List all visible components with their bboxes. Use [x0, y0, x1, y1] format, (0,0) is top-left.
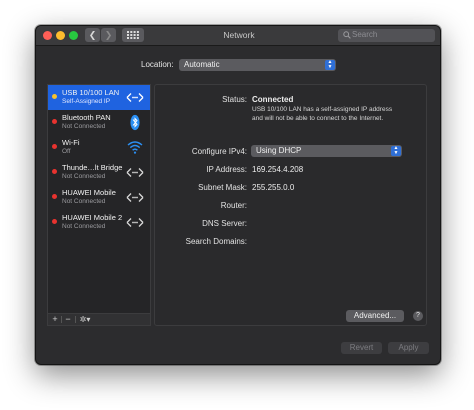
close-window-button[interactable]	[43, 31, 52, 40]
location-value: Automatic	[184, 60, 220, 69]
select-arrows-icon: ▲ ▼	[391, 146, 401, 156]
ethernet-arrows-icon	[126, 168, 144, 177]
service-name: Thunde…lt Bridge	[62, 163, 123, 172]
router-label: Router:	[220, 201, 247, 210]
network-window: ❮ ❯ Network Search Location: Automatic ▲…	[35, 25, 441, 365]
gear-actions-button[interactable]: ✲▾	[77, 314, 93, 325]
dns-server-label: DNS Server:	[202, 219, 247, 228]
status-dot	[52, 194, 57, 199]
service-detail-panel: Status: Connected USB 10/100 LAN has a s…	[154, 84, 427, 326]
revert-button[interactable]: Revert	[341, 342, 382, 354]
status-dot	[52, 119, 57, 124]
grid-icon	[127, 31, 139, 39]
configure-ipv4-value: Using DHCP	[256, 146, 302, 155]
ip-address-label: IP Address:	[206, 165, 247, 174]
service-status: Not Connected	[62, 223, 106, 230]
service-item-usb-lan[interactable]: USB 10/100 LAN Self-Assigned IP	[48, 85, 150, 110]
status-dot	[52, 94, 57, 99]
add-service-button[interactable]: +	[50, 314, 60, 325]
service-item-huawei-mobile[interactable]: HUAWEI Mobile Not Connected	[48, 185, 150, 210]
ip-address-value: 169.254.4.208	[252, 165, 304, 174]
ethernet-arrows-icon	[126, 218, 144, 227]
chevron-right-icon: ❯	[104, 30, 113, 40]
wifi-icon	[127, 141, 143, 154]
status-value: Connected	[252, 95, 294, 104]
service-name: HUAWEI Mobile	[62, 188, 116, 197]
service-status: Self-Assigned IP	[62, 98, 111, 105]
advanced-button[interactable]: Advanced...	[346, 310, 404, 322]
service-status: Not Connected	[62, 173, 106, 180]
bluetooth-icon	[130, 114, 140, 131]
title-bar: ❮ ❯ Network Search	[36, 26, 440, 46]
service-list-toolbar: + − ✲▾	[47, 314, 151, 326]
configure-ipv4-select[interactable]: Using DHCP ▲ ▼	[251, 145, 402, 157]
status-note: USB 10/100 LAN has a self-assigned IP ad…	[252, 106, 393, 122]
divider	[75, 316, 76, 323]
status-label: Status:	[222, 95, 247, 104]
service-item-wifi[interactable]: Wi-Fi Off	[48, 135, 150, 160]
window-title: Network	[223, 30, 255, 40]
location-select[interactable]: Automatic ▲ ▼	[179, 59, 336, 71]
location-label: Location:	[141, 60, 174, 69]
service-item-bluetooth-pan[interactable]: Bluetooth PAN Not Connected	[48, 110, 150, 135]
service-name: USB 10/100 LAN	[62, 88, 120, 97]
show-all-button[interactable]	[122, 28, 144, 42]
status-dot	[52, 169, 57, 174]
remove-service-button[interactable]: −	[63, 314, 73, 325]
ethernet-arrows-icon	[126, 193, 144, 202]
search-icon	[343, 31, 351, 39]
configure-ipv4-label: Configure IPv4:	[191, 147, 247, 156]
subnet-mask-label: Subnet Mask:	[198, 183, 247, 192]
search-field[interactable]: Search	[338, 29, 435, 42]
help-button[interactable]: ?	[413, 311, 423, 321]
subnet-mask-value: 255.255.0.0	[252, 183, 295, 192]
service-item-thunderbolt-bridge[interactable]: Thunde…lt Bridge Not Connected	[48, 160, 150, 185]
service-status: Off	[62, 148, 71, 155]
search-placeholder: Search	[352, 30, 378, 39]
service-item-huawei-mobile-2[interactable]: HUAWEI Mobile 2 Not Connected	[48, 210, 150, 235]
search-domains-label: Search Domains:	[185, 237, 247, 246]
minimize-window-button[interactable]	[56, 31, 65, 40]
zoom-window-button[interactable]	[69, 31, 78, 40]
divider	[61, 316, 62, 323]
status-dot	[52, 144, 57, 149]
service-status: Not Connected	[62, 198, 106, 205]
apply-button[interactable]: Apply	[388, 342, 429, 354]
service-status: Not Connected	[62, 123, 106, 130]
chevron-left-icon: ❮	[88, 30, 97, 40]
service-name: Bluetooth PAN	[62, 113, 111, 122]
service-name: Wi-Fi	[62, 138, 80, 147]
forward-button[interactable]: ❯	[101, 28, 116, 42]
service-list: USB 10/100 LAN Self-Assigned IP Bluetoot…	[47, 84, 151, 314]
select-arrows-icon: ▲ ▼	[325, 60, 335, 70]
back-button[interactable]: ❮	[85, 28, 100, 42]
service-name: HUAWEI Mobile 2	[62, 213, 123, 222]
ethernet-arrows-icon	[126, 93, 144, 102]
status-dot	[52, 219, 57, 224]
